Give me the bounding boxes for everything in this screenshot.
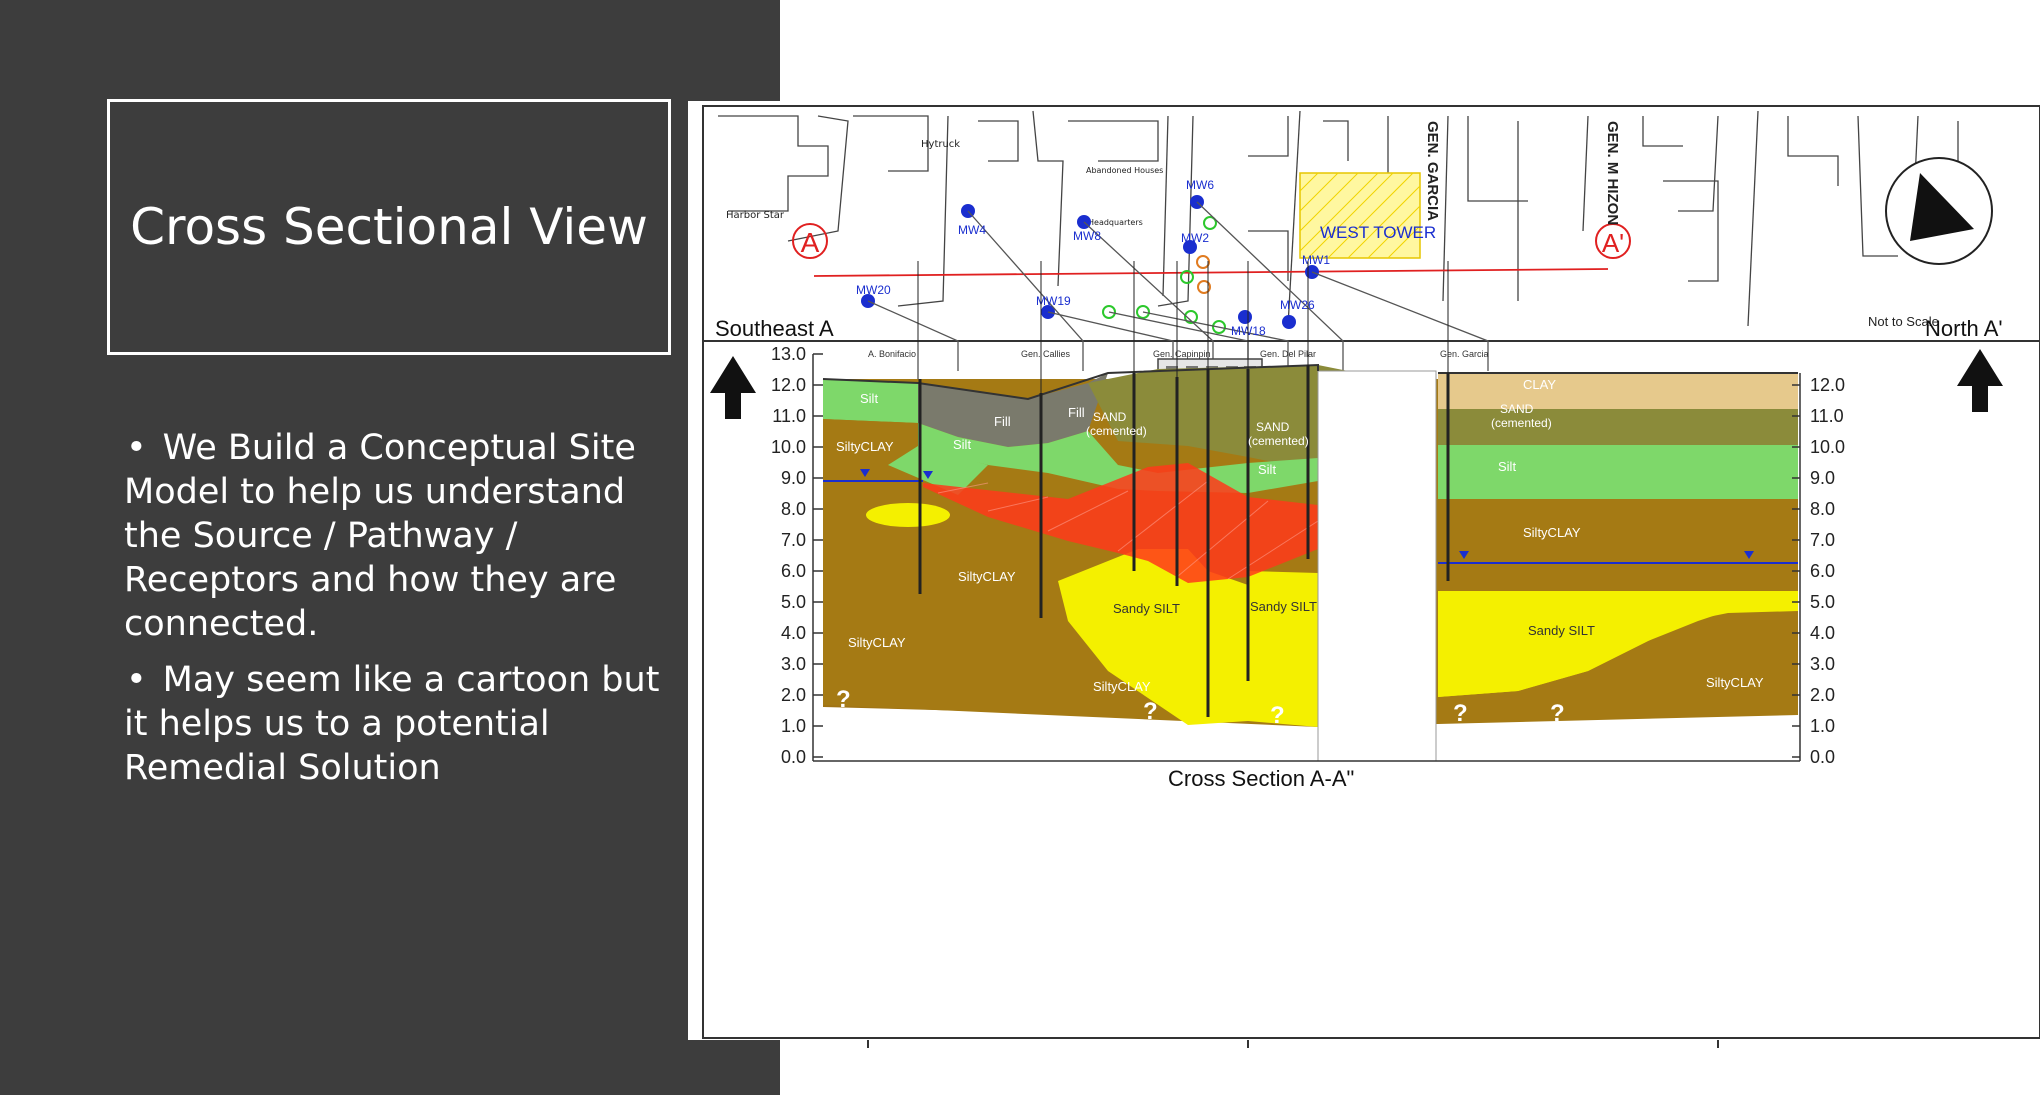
right-tick-label: 8.0 [1810, 499, 1835, 519]
left-tick-label: 11.0 [772, 406, 806, 426]
unknown-marker: ? [1550, 700, 1565, 727]
west-tower-block [1299, 172, 1421, 259]
bullet-item: • May seem like a cartoon but it helps us… [124, 658, 664, 790]
unknown-marker: ? [1143, 698, 1158, 725]
bullet-item: • We Build a Conceptual Site Model to hel… [124, 426, 664, 646]
southeast-label: Southeast A [715, 316, 834, 341]
street-hizon-label: GEN. M HIZON [1604, 121, 1621, 225]
left-tick-label: 9.0 [781, 468, 806, 488]
soil-label: SiltyCLAY [1093, 679, 1151, 694]
well-label: MW26 [1280, 298, 1315, 312]
well-label: MW2 [1181, 231, 1209, 245]
street-head-label: Gen. Capinpin [1153, 349, 1211, 359]
hytruck-label: Hytruck [921, 139, 960, 150]
soil-label: SAND [1093, 410, 1127, 424]
right-tick-label: 6.0 [1810, 561, 1835, 581]
marker-a-prime-label: A' [1602, 228, 1624, 258]
well-label: MW8 [1073, 229, 1101, 243]
soil-label: SiltyCLAY [848, 635, 906, 650]
street-garcia-label: GEN. GARCIA [1424, 121, 1441, 221]
soil-label: SAND [1256, 420, 1290, 434]
right-tick-label: 12.0 [1810, 375, 1845, 395]
left-tick-label: 12.0 [771, 375, 806, 395]
soil-label: Sandy SILT [1528, 623, 1595, 638]
bullet-text: May seem like a cartoon but it helps us … [124, 660, 660, 788]
soil-label: SiltyCLAY [1706, 675, 1764, 690]
left-tick-label: 7.0 [781, 530, 806, 550]
unknown-marker: ? [1453, 700, 1468, 727]
soil-label: SAND [1500, 402, 1534, 416]
left-tick-label: 0.0 [781, 747, 806, 767]
soil-label: SiltyCLAY [958, 569, 1016, 584]
abandoned-label: Abandoned Houses [1086, 166, 1163, 175]
section-caption: Cross Section A-A" [1168, 766, 1354, 791]
bullet-text: We Build a Conceptual Site Model to help… [124, 428, 636, 644]
soil-label: Sandy SILT [1250, 599, 1317, 614]
right-tick-label: 9.0 [1810, 468, 1835, 488]
well-label: MW1 [1302, 253, 1330, 267]
soil-label: (cemented) [1491, 416, 1552, 430]
slide-title: Cross Sectional View [130, 198, 648, 256]
left-tick-label: 5.0 [781, 592, 806, 612]
soil-label: Fill [994, 414, 1011, 429]
right-tick-label: 3.0 [1810, 654, 1835, 674]
soil-label: Silt [1258, 462, 1276, 477]
right-tick-label: 7.0 [1810, 530, 1835, 550]
right-tick-label: 5.0 [1810, 592, 1835, 612]
street-head-label: Gen. Callies [1021, 349, 1071, 359]
soil-label: Silt [1498, 459, 1516, 474]
left-panel: Cross Sectional View • We Build a Concept… [0, 0, 780, 1095]
building-footprint [1317, 370, 1437, 762]
north-label: North A' [1925, 316, 2003, 341]
west-tower-label: WEST TOWER [1320, 223, 1436, 242]
harbor-star-label: Harbor Star [726, 210, 785, 221]
soil-label: SiltyCLAY [1523, 525, 1581, 540]
well-label: MW4 [958, 223, 986, 237]
left-tick-label: 3.0 [781, 654, 806, 674]
unknown-marker: ? [836, 686, 851, 713]
title-box: Cross Sectional View [107, 99, 671, 355]
left-tick-label: 10.0 [771, 437, 806, 457]
unknown-marker: ? [1270, 702, 1285, 729]
soil-label: Sandy SILT [1113, 601, 1180, 616]
soil-label: Silt [953, 437, 971, 452]
cross-section-svg: A A' WEST TOWER GEN. GARCIA GEN. M HIZON… [702, 105, 2040, 1039]
street-head-label: Gen. Garcia [1440, 349, 1489, 359]
soil-label: SiltyCLAY [836, 439, 894, 454]
bullet-list: • We Build a Conceptual Site Model to hel… [124, 426, 664, 802]
left-tick-label: 8.0 [781, 499, 806, 519]
left-tick-label: 13.0 [771, 344, 806, 364]
well-label: MW20 [856, 283, 891, 297]
right-tick-label: 2.0 [1810, 685, 1835, 705]
well-label: MW6 [1186, 178, 1214, 192]
cross-section-figure: A A' WEST TOWER GEN. GARCIA GEN. M HIZON… [688, 101, 2040, 1040]
right-tick-label: 0.0 [1810, 747, 1835, 767]
left-tick-label: 2.0 [781, 685, 806, 705]
bullet-dot-icon: • [126, 428, 147, 468]
bullet-dot-icon: • [126, 660, 147, 700]
street-head-label: Gen. Del Pilar [1260, 349, 1316, 359]
left-tick-label: 4.0 [781, 623, 806, 643]
soil-label: CLAY [1523, 377, 1556, 392]
soil-label: Silt [860, 391, 878, 406]
soil-label: (cemented) [1086, 424, 1147, 438]
right-tick-label: 10.0 [1810, 437, 1845, 457]
left-tick-label: 1.0 [781, 716, 806, 736]
soil-label: Fill [1068, 405, 1085, 420]
headquarters-label: Headquarters [1088, 218, 1143, 227]
soil-label: (cemented) [1248, 434, 1309, 448]
right-tick-label: 1.0 [1810, 716, 1835, 736]
left-tick-label: 6.0 [781, 561, 806, 581]
street-head-label: A. Bonifacio [868, 349, 916, 359]
right-tick-label: 11.0 [1810, 406, 1844, 426]
bottom-axis-ticks [867, 1040, 1719, 1048]
right-tick-label: 4.0 [1810, 623, 1835, 643]
marker-a-label: A [801, 227, 820, 258]
